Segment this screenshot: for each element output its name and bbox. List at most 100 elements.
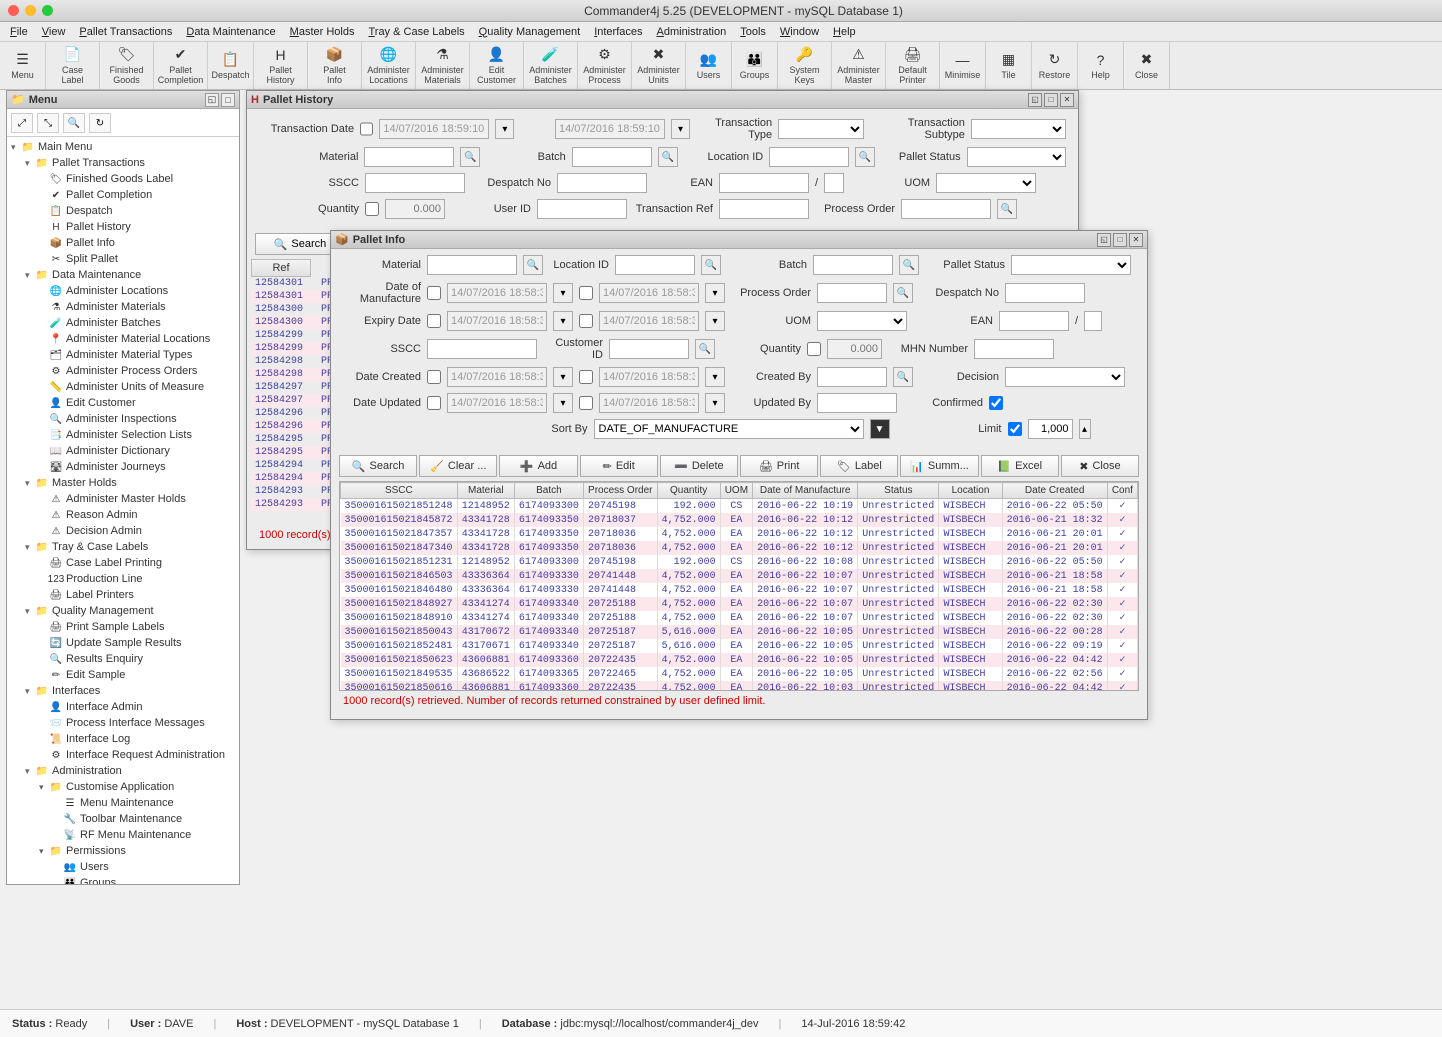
inp-location[interactable]	[769, 147, 849, 167]
toolbar-help[interactable]: ?Help	[1078, 42, 1124, 89]
tree-toggle-icon[interactable]: ▾	[39, 782, 49, 793]
tree-refresh-btn[interactable]: ↻	[89, 113, 111, 133]
col-uom[interactable]: UOM	[720, 483, 752, 499]
toolbar-pallet-completion[interactable]: ✔PalletCompletion	[154, 42, 208, 89]
cal-btn-2[interactable]: ▾	[671, 119, 690, 139]
cal-btn-1[interactable]: ▾	[495, 119, 514, 139]
pallet-info-header[interactable]: 📦 Pallet Info ◱ □ ✕	[331, 231, 1147, 249]
inp-limit[interactable]	[1028, 419, 1073, 439]
inp-i-createdby[interactable]	[817, 367, 887, 387]
tree-label-printers[interactable]: 🖨Label Printers	[9, 587, 237, 603]
toolbar-system-keys[interactable]: 🔑SystemKeys	[778, 42, 832, 89]
tree-tray-&-case-labels[interactable]: ▾📁Tray & Case Labels	[9, 539, 237, 555]
tree-administer-journeys[interactable]: 🛣Administer Journeys	[9, 459, 237, 475]
inp-trans-date-from[interactable]	[379, 119, 489, 139]
close-window-btn[interactable]	[8, 5, 19, 16]
cal-i-3[interactable]: ▾	[553, 311, 573, 331]
tree-decision-admin[interactable]: ⚠Decision Admin	[9, 523, 237, 539]
toolbar-administer-master[interactable]: ⚠AdministerMaster	[832, 42, 886, 89]
inp-i-ean-v[interactable]	[1084, 311, 1102, 331]
col-material[interactable]: Material	[457, 483, 514, 499]
tree-interface-request-administration[interactable]: ⚙Interface Request Administration	[9, 747, 237, 763]
lkp-i-material[interactable]: 🔍	[523, 255, 543, 275]
col-process-order[interactable]: Process Order	[583, 483, 657, 499]
tree-administer-inspections[interactable]: 🔍Administer Inspections	[9, 411, 237, 427]
inp-ean-var[interactable]	[824, 173, 844, 193]
col-date-of-manufacture[interactable]: Date of Manufacture	[753, 483, 858, 499]
col-date-created[interactable]: Date Created	[1002, 483, 1107, 499]
inp-i-ean[interactable]	[999, 311, 1069, 331]
toolbar-pallet-history[interactable]: HPalletHistory	[254, 42, 308, 89]
tree-rf-menu-maintenance[interactable]: 📡RF Menu Maintenance	[9, 827, 237, 843]
col-quantity[interactable]: Quantity	[657, 483, 720, 499]
sel-i-decision[interactable]	[1005, 367, 1125, 387]
panel-detach-btn[interactable]: ◱	[205, 93, 219, 107]
action-search-button[interactable]: 🔍Search	[339, 455, 417, 477]
tree-production-line[interactable]: 123Production Line	[9, 571, 237, 587]
chk-i-confirmed[interactable]	[989, 396, 1003, 410]
toolbar-close[interactable]: ✖Close	[1124, 42, 1170, 89]
tree-administer-material-types[interactable]: 🗂Administer Material Types	[9, 347, 237, 363]
tree-pallet-completion[interactable]: ✔Pallet Completion	[9, 187, 237, 203]
tree-pallet-history[interactable]: HPallet History	[9, 219, 237, 235]
tree-administer-materials[interactable]: ⚗Administer Materials	[9, 299, 237, 315]
tree-results-enquiry[interactable]: 🔍Results Enquiry	[9, 651, 237, 667]
action-clear-button[interactable]: 🧹Clear ...	[419, 455, 497, 477]
tree-print-sample-labels[interactable]: 🖨Print Sample Labels	[9, 619, 237, 635]
col-conf[interactable]: Conf	[1107, 483, 1137, 499]
tree-toggle-icon[interactable]: ▾	[25, 766, 35, 777]
toolbar-case-label[interactable]: 📄CaseLabel	[46, 42, 100, 89]
sel-trans-subtype[interactable]	[971, 119, 1066, 139]
table-row[interactable]: 3500016150218512311214895261740933002074…	[341, 555, 1138, 569]
cal-i-7[interactable]: ▾	[553, 393, 573, 413]
toolbar-pallet-info[interactable]: 📦PalletInfo	[308, 42, 362, 89]
inp-i-despatch[interactable]	[1005, 283, 1085, 303]
menu-data-maintenance[interactable]: Data Maintenance	[180, 24, 281, 40]
tree-data-maintenance[interactable]: ▾📁Data Maintenance	[9, 267, 237, 283]
lookup-location[interactable]: 🔍	[855, 147, 875, 167]
lookup-process-order[interactable]: 🔍	[997, 199, 1017, 219]
tree-administer-selection-lists[interactable]: 📑Administer Selection Lists	[9, 427, 237, 443]
info-close-btn[interactable]: ✕	[1129, 233, 1143, 247]
action-edit-button[interactable]: ✏Edit	[580, 455, 658, 477]
info-max-btn[interactable]: □	[1113, 233, 1127, 247]
tree-users[interactable]: 👥Users	[9, 859, 237, 875]
tree-main-menu[interactable]: ▾📁Main Menu	[9, 139, 237, 155]
tree-administration[interactable]: ▾📁Administration	[9, 763, 237, 779]
table-row[interactable]: 3500016150218524814317067161740933402072…	[341, 639, 1138, 653]
tree-master-holds[interactable]: ▾📁Master Holds	[9, 475, 237, 491]
menu-master-holds[interactable]: Master Holds	[284, 24, 361, 40]
toolbar-administer-locations[interactable]: 🌐AdministerLocations	[362, 42, 416, 89]
action-add-button[interactable]: ➕Add	[499, 455, 577, 477]
tree-interface-log[interactable]: 📜Interface Log	[9, 731, 237, 747]
toolbar-tile[interactable]: ▦Tile	[986, 42, 1032, 89]
sel-i-status[interactable]	[1011, 255, 1131, 275]
inp-i-cr1[interactable]	[447, 367, 547, 387]
tree-menu-maintenance[interactable]: ☰Menu Maintenance	[9, 795, 237, 811]
history-close-btn[interactable]: ✕	[1060, 93, 1074, 107]
toolbar-edit-customer[interactable]: 👤EditCustomer	[470, 42, 524, 89]
history-max-btn[interactable]: □	[1044, 93, 1058, 107]
table-row[interactable]: 3500016150218495354368652261740933652072…	[341, 667, 1138, 681]
tree-toggle-icon[interactable]: ▾	[39, 846, 49, 857]
menu-administration[interactable]: Administration	[651, 24, 733, 40]
inp-ean[interactable]	[719, 173, 809, 193]
action-close-button[interactable]: ✖Close	[1061, 455, 1139, 477]
tree-administer-units-of-measure[interactable]: 📏Administer Units of Measure	[9, 379, 237, 395]
cal-i-5[interactable]: ▾	[553, 367, 573, 387]
tree-quality-management[interactable]: ▾📁Quality Management	[9, 603, 237, 619]
table-row[interactable]: 3500016150218465034333636461740933302074…	[341, 569, 1138, 583]
tree-pallet-info[interactable]: 📦Pallet Info	[9, 235, 237, 251]
tree-collapse-btn[interactable]: ⤡	[37, 113, 59, 133]
inp-batch[interactable]	[572, 147, 652, 167]
tree-split-pallet[interactable]: ✂Split Pallet	[9, 251, 237, 267]
tree-customise-application[interactable]: ▾📁Customise Application	[9, 779, 237, 795]
cal-i-6[interactable]: ▾	[705, 367, 725, 387]
inp-i-up2[interactable]	[599, 393, 699, 413]
toolbar-minimise[interactable]: —Minimise	[940, 42, 986, 89]
lookup-batch[interactable]: 🔍	[658, 147, 678, 167]
table-row[interactable]: 3500016150218458724334172861740933502071…	[341, 513, 1138, 527]
table-row[interactable]: 3500016150218500434317067261740933402072…	[341, 625, 1138, 639]
chk-trans-date-from[interactable]	[360, 122, 373, 136]
tree-expand-btn[interactable]: ⤢	[11, 113, 33, 133]
